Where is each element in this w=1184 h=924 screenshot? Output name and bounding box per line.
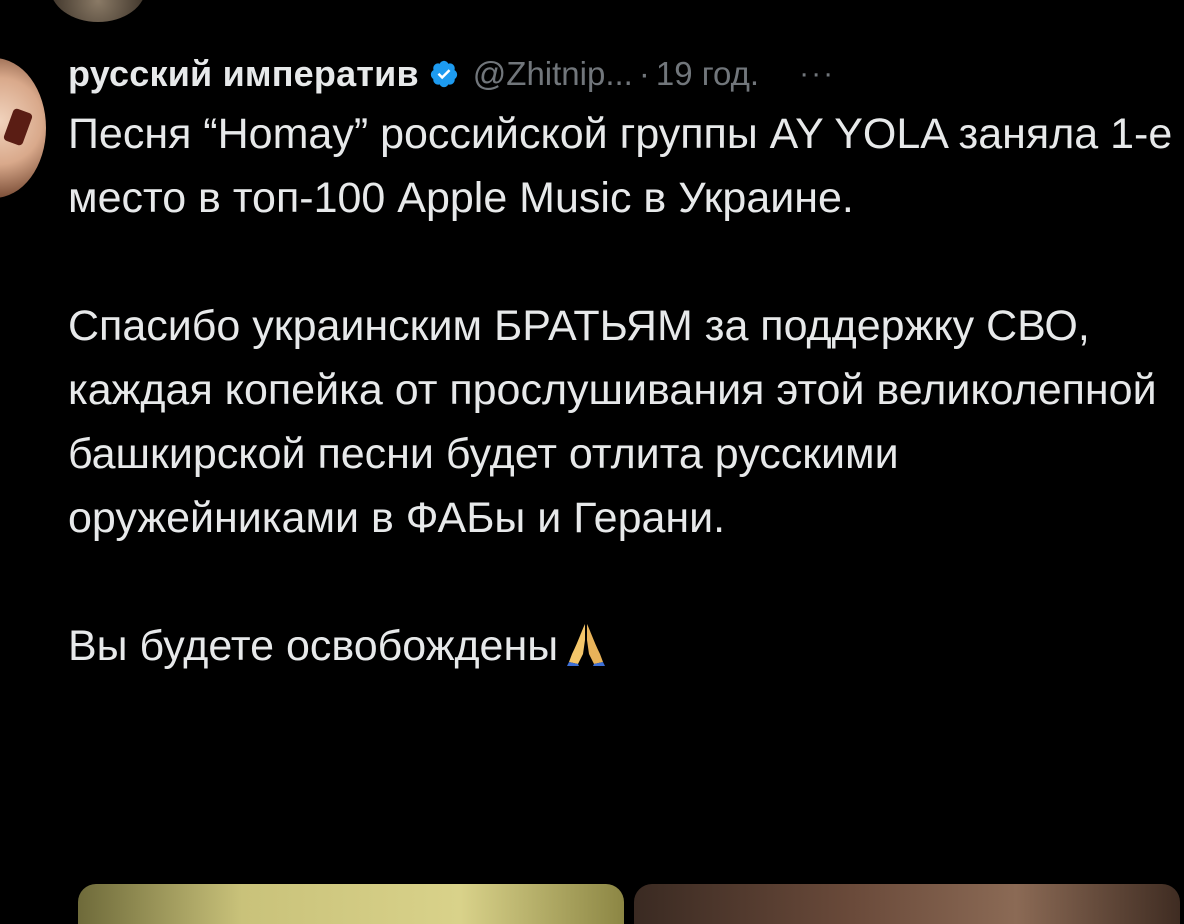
media-strip <box>78 884 1180 924</box>
media-image-right[interactable] <box>634 884 1180 924</box>
author-name[interactable]: русский императив <box>68 53 419 95</box>
tweet-paragraph-1: Песня “Homay” российской группы AY YOLA … <box>68 110 1173 222</box>
avatar[interactable] <box>0 58 46 198</box>
tweet-text: Песня “Homay” российской группы AY YOLA … <box>68 102 1178 678</box>
dot-separator: · <box>638 55 650 92</box>
tweet-header: русский императив @Zhitnip... · 19 год. … <box>68 48 1178 100</box>
top-avatar-fragment <box>50 0 146 22</box>
tweet[interactable]: русский императив @Zhitnip... · 19 год. … <box>68 48 1178 678</box>
tweet-paragraph-2: Спасибо украинским БРАТЬЯМ за поддержку … <box>68 302 1157 542</box>
verified-badge-icon <box>429 59 459 89</box>
more-icon[interactable]: ··· <box>799 57 835 91</box>
post-time[interactable]: 19 год. <box>656 55 759 93</box>
media-image-left[interactable] <box>78 884 624 924</box>
pray-icon <box>566 620 606 666</box>
tweet-paragraph-3: Вы будете освобождены <box>68 614 1178 678</box>
author-handle[interactable]: @Zhitnip... <box>473 55 633 93</box>
tweet-paragraph-3-text: Вы будете освобождены <box>68 622 559 670</box>
